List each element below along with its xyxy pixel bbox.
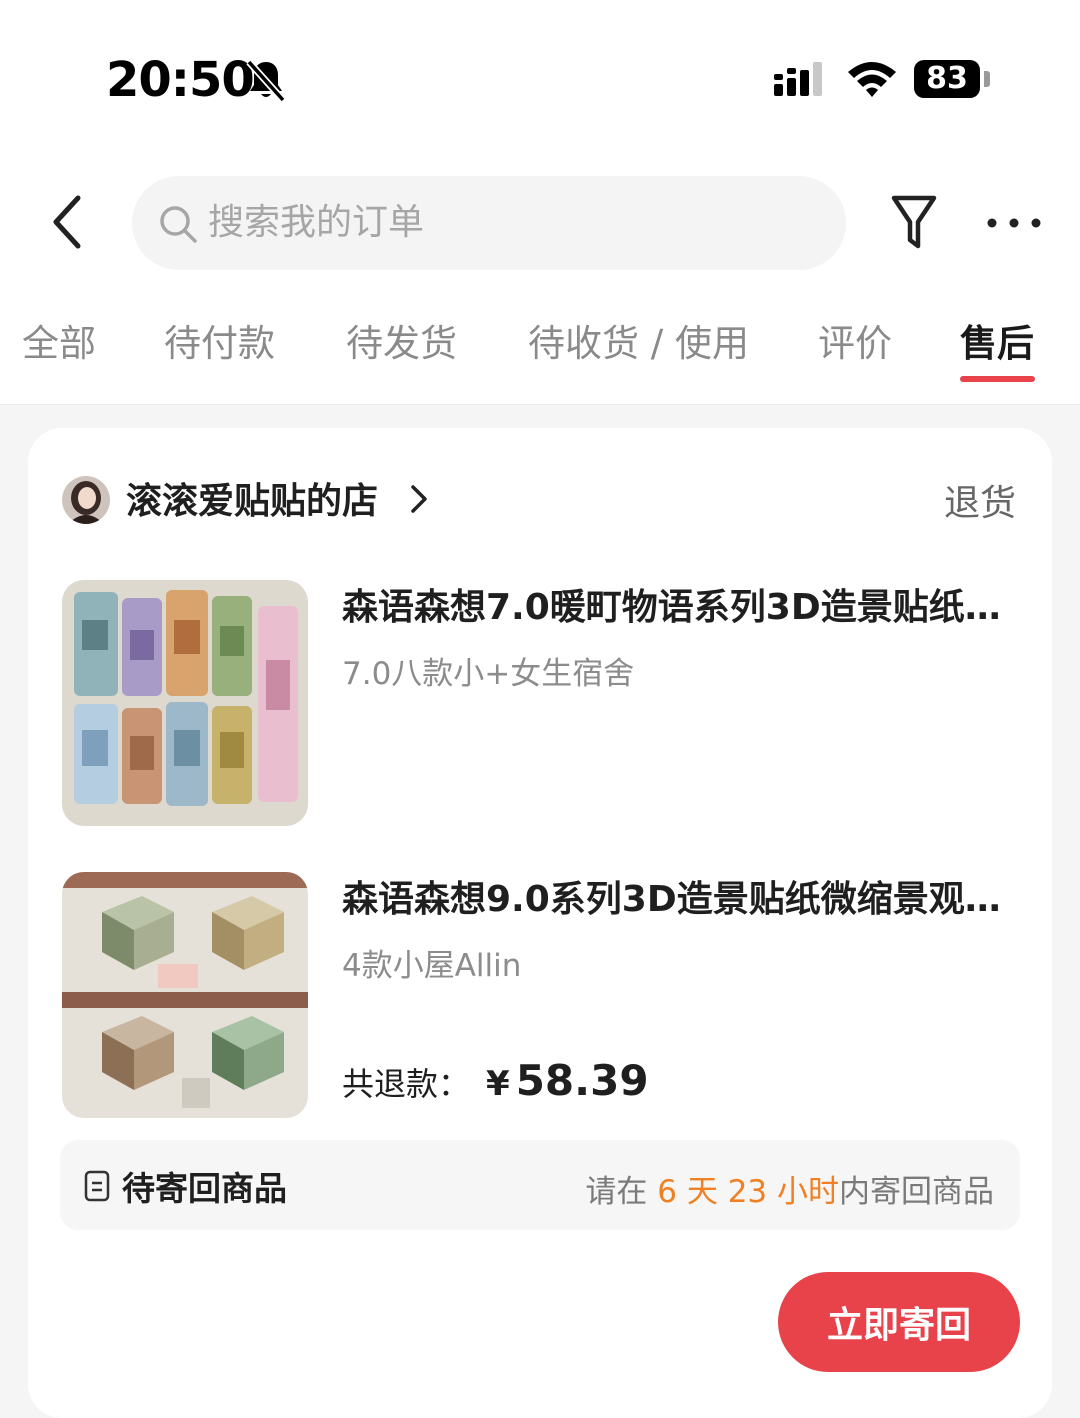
deadline-days: 6	[657, 1174, 677, 1210]
tab-after-sales[interactable]: 售后	[960, 318, 1034, 370]
wifi-icon	[848, 62, 896, 97]
more-icon[interactable]	[984, 212, 1044, 234]
bell-slash-icon	[246, 59, 286, 103]
return-notice[interactable]: 待寄回商品 请在 6 天 23 小时内寄回商品	[60, 1140, 1020, 1230]
order-card: 滚滚爱贴贴的店 退货 森语森想7.0暖町物语系列3D造景贴纸微缩	[28, 428, 1052, 1418]
tab-review[interactable]: 评价	[818, 318, 892, 370]
top-area: 20:50 83 全部 待付款 待发货	[0, 0, 1080, 405]
notice-prefix: 请在	[585, 1174, 648, 1210]
back-icon[interactable]	[44, 190, 92, 254]
battery-cap	[984, 71, 990, 87]
search-input[interactable]	[208, 190, 808, 254]
tab-pending-receipt[interactable]: 待收货 / 使用	[528, 318, 749, 370]
active-tab-indicator	[960, 376, 1035, 382]
battery-icon: 83	[914, 60, 980, 98]
refund-currency: ¥	[486, 1064, 510, 1104]
notice-title: 待寄回商品	[122, 1169, 287, 1208]
product-title[interactable]: 森语森想9.0系列3D造景贴纸微缩景观手账素材	[342, 870, 1002, 922]
shop-avatar[interactable]	[62, 476, 110, 524]
refund-amount: 58.39	[515, 1056, 649, 1105]
refund-total: 共退款： ¥58.39	[342, 1056, 649, 1105]
chevron-right-icon[interactable]	[408, 482, 430, 516]
cellular-signal-icon	[774, 62, 822, 96]
notice-suffix: 内寄回商品	[839, 1174, 994, 1210]
product-title[interactable]: 森语森想7.0暖町物语系列3D造景贴纸微缩景观	[342, 578, 1002, 630]
product-spec: 7.0八款小+女生宿舍	[342, 656, 635, 692]
deadline-hours-unit: 小时	[777, 1174, 839, 1210]
tab-pending-shipment[interactable]: 待发货	[346, 318, 457, 370]
deadline-hours: 23	[727, 1174, 768, 1210]
deadline-days-unit: 天	[686, 1174, 718, 1210]
tab-all[interactable]: 全部	[22, 318, 96, 370]
tab-pending-payment[interactable]: 待付款	[164, 318, 275, 370]
status-time: 20:50	[106, 52, 255, 108]
ship-back-button[interactable]: 立即寄回	[778, 1272, 1020, 1372]
product-spec: 4款小屋Allin	[342, 948, 522, 984]
shop-name[interactable]: 滚滚爱贴贴的店	[126, 472, 378, 524]
filter-icon[interactable]	[888, 190, 940, 254]
document-icon	[84, 1170, 110, 1202]
refund-label: 共退款：	[342, 1065, 471, 1103]
order-status: 退货	[943, 483, 1016, 524]
notice-deadline: 请在 6 天 23 小时内寄回商品	[585, 1166, 994, 1211]
search-box[interactable]	[132, 176, 846, 270]
search-icon	[160, 206, 197, 243]
product-image[interactable]	[62, 580, 308, 826]
product-image[interactable]	[62, 872, 308, 1118]
